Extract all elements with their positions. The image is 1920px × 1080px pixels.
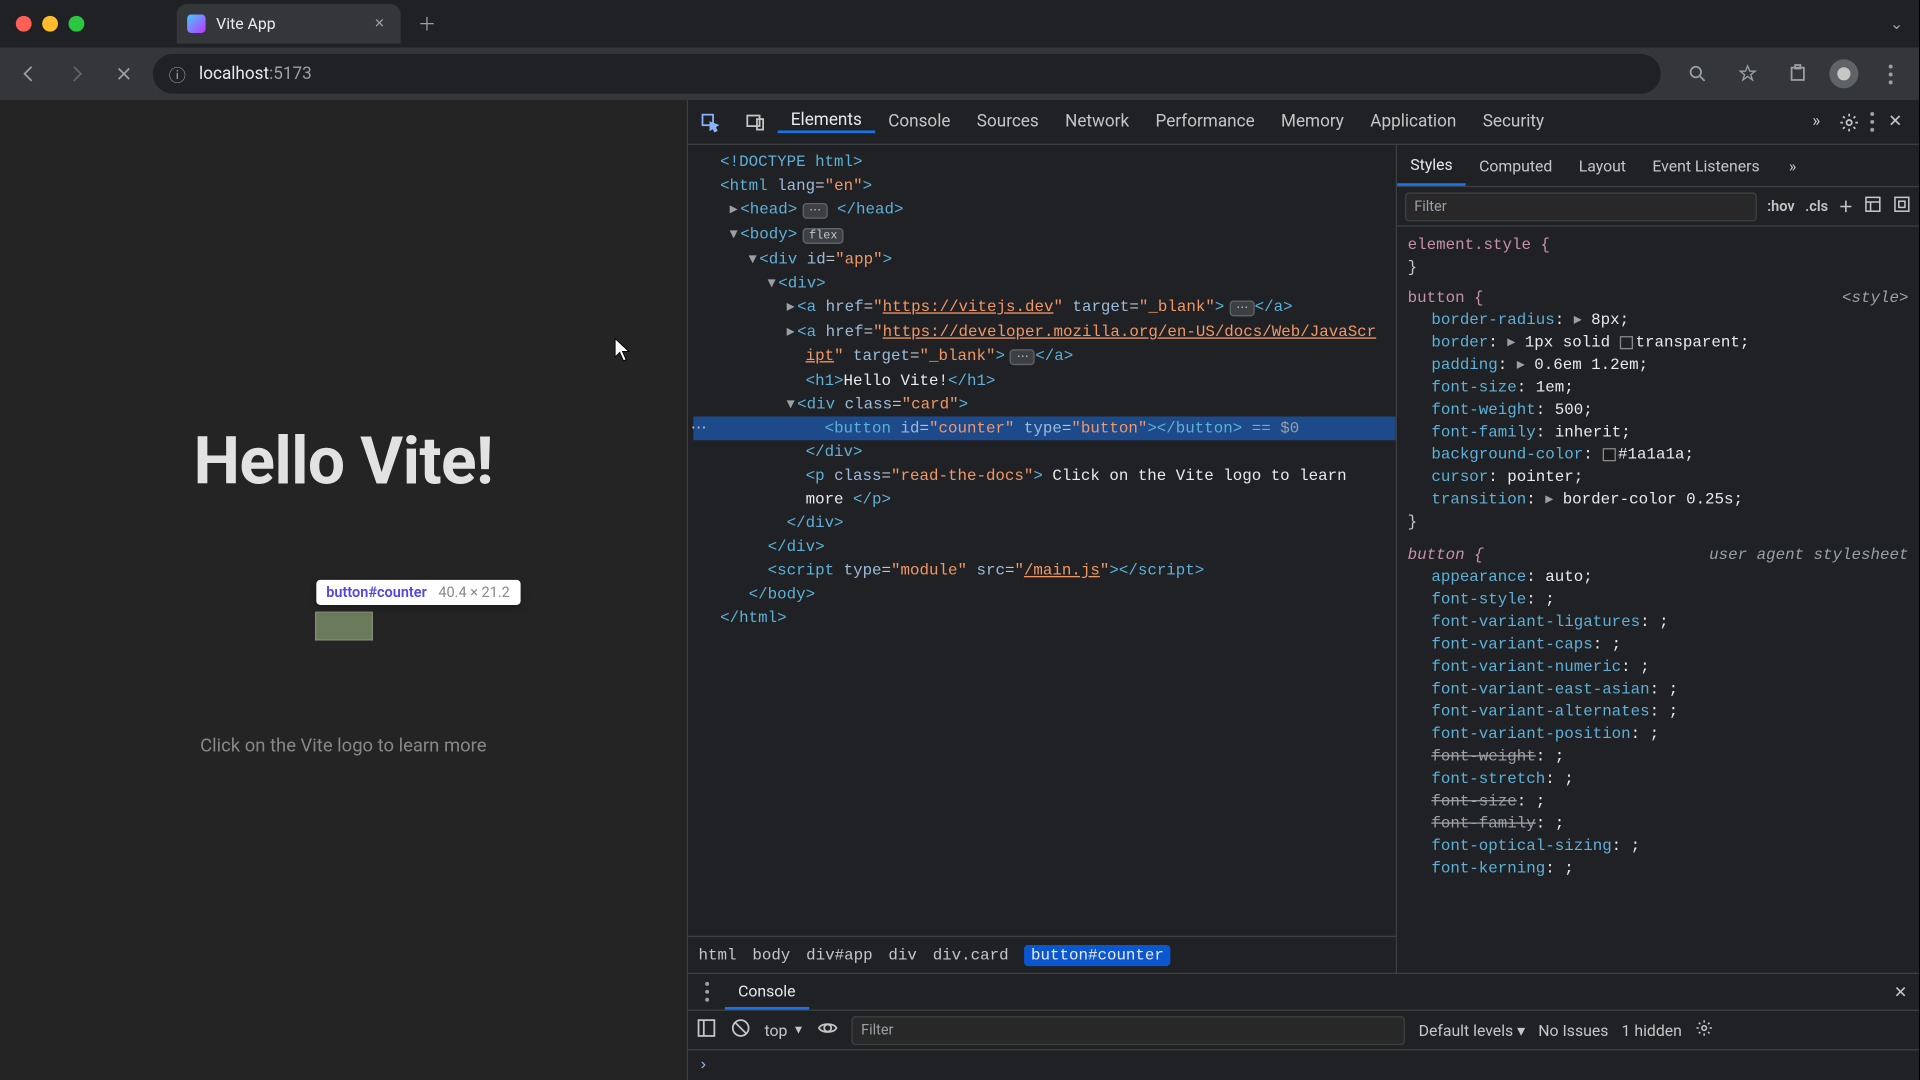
console-issues[interactable]: No Issues xyxy=(1538,1021,1608,1039)
tab-console[interactable]: Console xyxy=(875,111,964,133)
tooltip-selector: button#counter xyxy=(326,584,427,601)
devtools-menu-button[interactable] xyxy=(1870,112,1874,132)
live-expression-icon[interactable] xyxy=(818,1017,839,1042)
maximize-window-button[interactable] xyxy=(69,16,85,32)
read-the-docs-text: Click on the Vite logo to learn more xyxy=(200,735,486,756)
hov-toggle[interactable]: :hov xyxy=(1767,198,1794,215)
tab-title: Vite App xyxy=(216,14,275,32)
console-settings-icon[interactable] xyxy=(1695,1019,1713,1041)
page-heading: Hello Vite! xyxy=(194,424,494,500)
tab-overflow-button[interactable]: ⌄ xyxy=(1890,14,1911,32)
tab-performance[interactable]: Performance xyxy=(1142,111,1267,133)
bookmark-icon[interactable] xyxy=(1729,55,1766,92)
more-tabs-button[interactable]: » xyxy=(1796,112,1836,132)
styles-rules[interactable]: element.style { } button {<style> border… xyxy=(1397,227,1919,973)
crumb-divapp[interactable]: div#app xyxy=(806,946,872,964)
console-prompt-icon: › xyxy=(699,1056,708,1074)
console-filter-input[interactable]: Filter xyxy=(852,1016,1406,1045)
selected-dom-node[interactable]: <button id="counter" type="button"></but… xyxy=(693,416,1395,440)
minimize-window-button[interactable] xyxy=(42,16,58,32)
extensions-icon[interactable] xyxy=(1779,55,1816,92)
url-text: localhost:5173 xyxy=(199,64,312,84)
crumb-body[interactable]: body xyxy=(752,946,790,964)
tooltip-dimensions: 40.4 × 21.2 xyxy=(438,584,509,601)
console-context-select[interactable]: top ▼ xyxy=(764,1021,804,1039)
breadcrumb: html body div#app div div.card button#co… xyxy=(688,936,1396,973)
window-controls xyxy=(8,16,84,32)
close-window-button[interactable] xyxy=(16,16,32,32)
address-bar[interactable]: ⓘ localhost:5173 xyxy=(153,54,1661,94)
console-levels-select[interactable]: Default levels ▾ xyxy=(1419,1021,1525,1039)
styles-more-button[interactable]: » xyxy=(1773,156,1813,174)
crumb-divcard[interactable]: div.card xyxy=(933,946,1009,964)
crumb-div[interactable]: div xyxy=(888,946,916,964)
tab-strip: Vite App ✕ ＋ ⌄ xyxy=(0,0,1919,47)
forward-button[interactable] xyxy=(58,55,95,92)
element-tooltip: button#counter 40.4 × 21.2 xyxy=(316,580,521,605)
toggle-sidebar-icon[interactable] xyxy=(696,1017,717,1042)
new-style-rule-button[interactable]: ＋ xyxy=(1839,196,1853,217)
element-style-rule: element.style { xyxy=(1408,235,1909,257)
styles-layout-icon[interactable] xyxy=(1864,194,1882,219)
styles-tab-computed[interactable]: Computed xyxy=(1466,145,1566,186)
browser-tab[interactable]: Vite App ✕ xyxy=(177,4,401,44)
rendered-page: Hello Vite! button#counter 40.4 × 21.2 C… xyxy=(0,100,687,1080)
counter-button-highlight[interactable]: button#counter 40.4 × 21.2 xyxy=(314,612,372,641)
inspect-element-icon[interactable] xyxy=(688,100,733,145)
elements-panel: <!DOCTYPE html> <html lang="en"> ▸<head>… xyxy=(688,145,1397,973)
profile-avatar[interactable] xyxy=(1829,59,1858,88)
back-button[interactable] xyxy=(11,55,48,92)
devtools-tabbar: Elements Console Sources Network Perform… xyxy=(688,100,1919,145)
browser-window: Vite App ✕ ＋ ⌄ ⓘ localhost:5173 Hello Vi… xyxy=(0,0,1919,1080)
device-toolbar-icon[interactable] xyxy=(733,100,778,145)
styles-panel: Styles Computed Layout Event Listeners »… xyxy=(1397,145,1919,973)
new-tab-button[interactable]: ＋ xyxy=(411,8,443,40)
dom-tree[interactable]: <!DOCTYPE html> <html lang="en"> ▸<head>… xyxy=(688,145,1396,936)
console-drawer: Console ✕ top ▼ Filter Default levels ▾ … xyxy=(688,973,1919,1080)
reload-button[interactable] xyxy=(105,55,142,92)
drawer-tab-console[interactable]: Console xyxy=(725,974,809,1010)
tab-security[interactable]: Security xyxy=(1470,111,1558,133)
vite-favicon-icon xyxy=(187,14,205,32)
tab-sources[interactable]: Sources xyxy=(964,111,1052,133)
tab-network[interactable]: Network xyxy=(1052,111,1142,133)
site-info-icon[interactable]: ⓘ xyxy=(169,61,186,86)
styles-tab-events[interactable]: Event Listeners xyxy=(1639,145,1773,186)
close-devtools-button[interactable]: ✕ xyxy=(1882,109,1908,135)
close-tab-button[interactable]: ✕ xyxy=(369,13,390,34)
tab-application[interactable]: Application xyxy=(1357,111,1469,133)
devtools-settings-icon[interactable] xyxy=(1836,109,1862,135)
styles-tab-styles[interactable]: Styles xyxy=(1397,145,1466,186)
content-area: Hello Vite! button#counter 40.4 × 21.2 C… xyxy=(0,100,1919,1080)
clear-console-button[interactable] xyxy=(730,1017,751,1042)
close-drawer-button[interactable]: ✕ xyxy=(1893,979,1919,1005)
cls-toggle[interactable]: .cls xyxy=(1805,198,1828,215)
crumb-html[interactable]: html xyxy=(699,946,737,964)
console-input-area[interactable]: › xyxy=(688,1050,1919,1080)
tab-memory[interactable]: Memory xyxy=(1268,111,1357,133)
devtools-panel: Elements Console Sources Network Perform… xyxy=(687,100,1919,1080)
toolbar: ⓘ localhost:5173 xyxy=(0,47,1919,100)
styles-filter-input[interactable]: Filter xyxy=(1405,192,1757,221)
crumb-button[interactable]: button#counter xyxy=(1024,944,1170,965)
zoom-icon[interactable] xyxy=(1679,55,1716,92)
drawer-menu-button[interactable] xyxy=(688,982,725,1002)
styles-toggle-icon[interactable] xyxy=(1893,194,1911,219)
menu-button[interactable] xyxy=(1872,55,1909,92)
styles-tab-layout[interactable]: Layout xyxy=(1566,145,1640,186)
console-hidden[interactable]: 1 hidden xyxy=(1622,1021,1682,1039)
tab-elements[interactable]: Elements xyxy=(778,111,875,133)
